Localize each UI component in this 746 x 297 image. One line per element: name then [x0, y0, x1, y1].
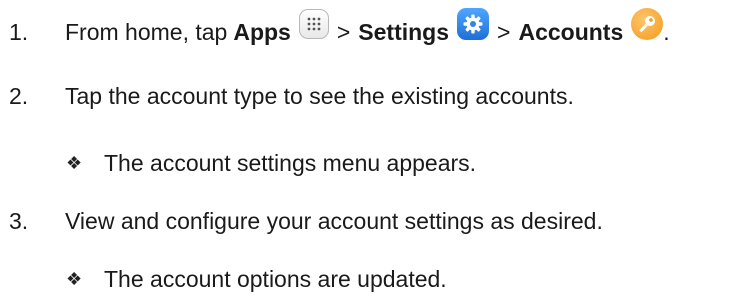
step-text: From home, tap [65, 18, 228, 45]
bullet-icon: ❖ [66, 152, 83, 173]
result-1: ❖ The account settings menu appears. [66, 148, 476, 178]
step-number: 1. [9, 18, 29, 45]
apps-grid-icon [298, 9, 329, 39]
result-2: ❖ The account options are updated. [66, 264, 447, 294]
bullet-icon: ❖ [66, 268, 83, 289]
step-3: 3. View and configure your account setti… [9, 206, 603, 236]
step-end: . [663, 18, 670, 45]
accounts-key-icon [631, 8, 664, 40]
step-number: 3. [9, 207, 29, 234]
accounts-label: Accounts [518, 18, 624, 45]
apps-label: Apps [233, 18, 291, 45]
settings-gear-icon [457, 8, 490, 40]
step-text: View and configure your account settings… [65, 207, 603, 234]
step-1: 1. From home, tap Apps > Settings > Acco… [9, 7, 670, 57]
step-2: 2. Tap the account type to see the exist… [9, 81, 574, 111]
separator: > [497, 18, 511, 45]
separator: > [336, 18, 351, 45]
result-text: The account settings menu appears. [104, 149, 477, 176]
result-text: The account options are updated. [104, 265, 447, 292]
settings-label: Settings [358, 18, 450, 45]
step-text: Tap the account type to see the existing… [65, 82, 574, 109]
step-number: 2. [9, 82, 29, 109]
